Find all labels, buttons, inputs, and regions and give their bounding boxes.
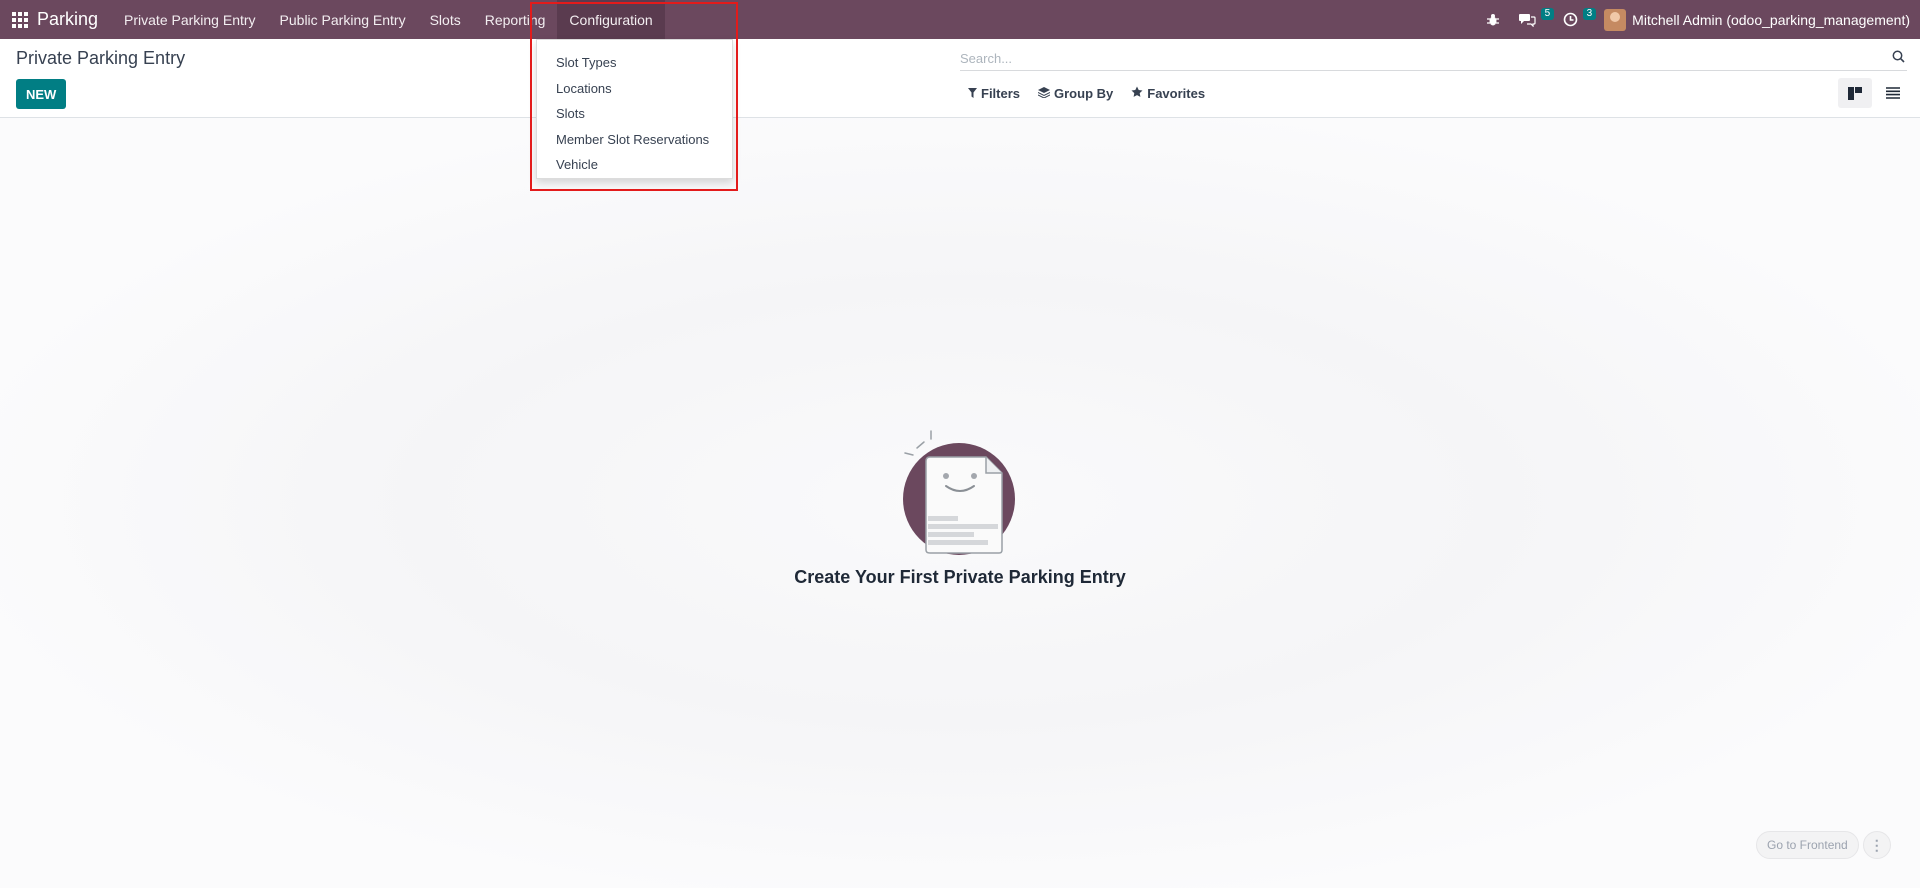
page-title: Private Parking Entry — [16, 48, 186, 68]
dropdown-item-slot-types[interactable]: Slot Types — [537, 50, 732, 76]
search-icon[interactable] — [1892, 50, 1905, 66]
dropdown-item-locations[interactable]: Locations — [537, 76, 732, 102]
search-input[interactable] — [960, 50, 1892, 66]
user-menu[interactable]: Mitchell Admin (odoo_parking_management) — [1596, 8, 1920, 31]
apps-menu-icon[interactable] — [0, 0, 39, 39]
filter-funnel-icon — [968, 86, 977, 101]
menu-reporting[interactable]: Reporting — [473, 0, 558, 39]
navbar-systray: 5 3 Mitchell Admin (odoo_parking_managem… — [1477, 0, 1920, 39]
list-view-icon[interactable] — [1876, 78, 1910, 108]
group-by-label: Group By — [1054, 86, 1114, 101]
menu-configuration[interactable]: Configuration — [557, 0, 665, 39]
empty-state-illustration — [903, 430, 1015, 555]
app-brand[interactable]: Parking — [37, 9, 112, 30]
favorites-button[interactable]: Favorites — [1131, 86, 1205, 101]
menu-public-parking-entry[interactable]: Public Parking Entry — [268, 0, 418, 39]
search-options: Filters Group By Favorites — [968, 86, 1205, 101]
top-navbar: Parking Private Parking Entry Public Par… — [0, 0, 1920, 39]
filters-label: Filters — [981, 86, 1021, 101]
filters-button[interactable]: Filters — [968, 86, 1020, 101]
messages-icon[interactable]: 5 — [1509, 0, 1555, 39]
user-name: Mitchell Admin (odoo_parking_management) — [1632, 11, 1910, 28]
kanban-view-icon[interactable] — [1838, 78, 1872, 108]
empty-state-title: Create Your First Private Parking Entry — [794, 567, 1126, 587]
more-options-icon[interactable]: ⋮ — [1862, 831, 1891, 859]
dropdown-item-slots[interactable]: Slots — [537, 101, 732, 127]
search-bar — [960, 46, 1907, 71]
debug-bug-icon[interactable] — [1477, 0, 1509, 39]
dropdown-item-member-slot-reservations[interactable]: Member Slot Reservations — [537, 127, 732, 153]
menu-private-parking-entry[interactable]: Private Parking Entry — [112, 0, 268, 39]
control-panel: Private Parking Entry NEW Filters Group … — [0, 39, 1920, 118]
group-by-button[interactable]: Group By — [1037, 86, 1114, 101]
activities-badge: 3 — [1582, 8, 1597, 20]
new-button[interactable]: NEW — [16, 79, 67, 109]
menu-slots[interactable]: Slots — [418, 0, 473, 39]
go-to-frontend-button[interactable]: Go to Frontend — [1756, 831, 1859, 859]
dropdown-item-vehicle[interactable]: Vehicle — [537, 152, 732, 178]
user-avatar — [1604, 8, 1627, 31]
frontend-controls: Go to Frontend ⋮ — [1756, 831, 1891, 859]
activities-clock-icon[interactable]: 3 — [1554, 0, 1597, 39]
messages-badge: 5 — [1540, 8, 1555, 20]
view-switcher — [1838, 78, 1910, 108]
configuration-dropdown: Slot Types Locations Slots Member Slot R… — [536, 39, 733, 179]
favorites-label: Favorites — [1147, 86, 1206, 101]
star-icon — [1131, 86, 1143, 101]
layers-icon — [1037, 86, 1051, 101]
